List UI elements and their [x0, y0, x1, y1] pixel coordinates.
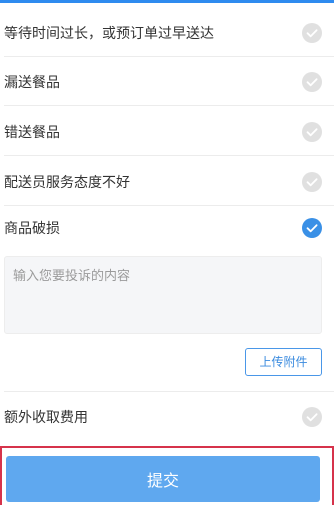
- option-missing-items[interactable]: 漏送餐品: [0, 57, 334, 106]
- check-circle-icon[interactable]: [302, 121, 322, 142]
- option-label: 配送员服务态度不好: [4, 174, 130, 191]
- option-courier-attitude[interactable]: 配送员服务态度不好: [0, 157, 334, 206]
- complaint-form-screen: 等待时间过长，或预订单过早送达 漏送餐品 错送餐品 配送员服务态度不好 商品破损: [0, 0, 334, 505]
- divider: [4, 105, 334, 106]
- check-circle-icon[interactable]: [302, 71, 322, 92]
- check-circle-selected-icon[interactable]: [302, 218, 322, 238]
- header-edge: [0, 0, 334, 3]
- option-long-wait[interactable]: 等待时间过长，或预订单过早送达: [0, 8, 334, 57]
- complaint-text-input[interactable]: [4, 256, 322, 334]
- check-circle-icon[interactable]: [302, 22, 322, 43]
- check-circle-icon[interactable]: [302, 171, 322, 192]
- divider: [4, 155, 334, 156]
- option-label: 错送餐品: [4, 124, 60, 141]
- option-label: 商品破损: [4, 221, 60, 237]
- option-label: 漏送餐品: [4, 74, 60, 91]
- option-damaged-goods[interactable]: 商品破损: [0, 206, 334, 250]
- option-label: 等待时间过长，或预订单过早送达: [4, 25, 214, 42]
- option-label: 额外收取费用: [4, 409, 88, 426]
- check-circle-icon[interactable]: [302, 406, 322, 427]
- option-extra-charge[interactable]: 额外收取费用: [0, 392, 334, 441]
- submit-button[interactable]: 提交: [6, 456, 320, 502]
- upload-attachment-button[interactable]: 上传附件: [245, 348, 322, 376]
- option-wrong-items[interactable]: 错送餐品: [0, 107, 334, 156]
